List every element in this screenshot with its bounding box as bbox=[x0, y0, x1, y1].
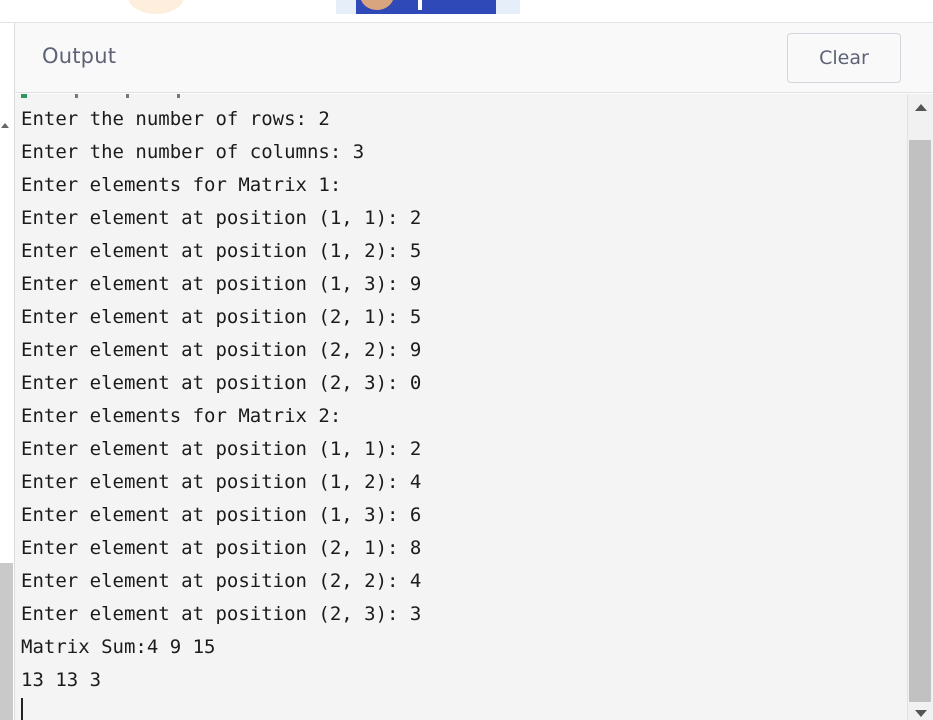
console-line: Enter element at position (1, 3): 9 bbox=[21, 273, 422, 295]
output-console[interactable]: Enter the number of rows: 2 Enter the num… bbox=[15, 94, 907, 720]
console-line: Enter element at position (1, 1): 2 bbox=[21, 207, 422, 229]
banner-illustration bbox=[0, 0, 933, 23]
scrollbar-thumb[interactable] bbox=[909, 140, 931, 702]
console-line: Enter element at position (2, 2): 9 bbox=[21, 339, 422, 361]
console-line: Enter element at position (2, 3): 3 bbox=[21, 603, 422, 625]
output-title: Output bbox=[42, 44, 117, 68]
illustration-shape bbox=[418, 0, 422, 10]
console-line: Enter element at position (2, 1): 5 bbox=[21, 306, 422, 328]
console-line: Enter element at position (2, 1): 8 bbox=[21, 537, 422, 559]
console-line: Enter elements for Matrix 1: bbox=[21, 174, 342, 196]
clear-button[interactable]: Clear bbox=[787, 33, 901, 83]
console-line: Enter element at position (1, 1): 2 bbox=[21, 438, 422, 460]
input-caret bbox=[21, 698, 23, 720]
console-line: Enter the number of columns: 3 bbox=[21, 141, 365, 163]
console-line: Enter element at position (1, 2): 4 bbox=[21, 471, 422, 493]
console-lines: Enter the number of rows: 2 Enter the num… bbox=[21, 104, 421, 698]
triangle-down-icon[interactable] bbox=[915, 710, 927, 717]
chevron-up-icon[interactable] bbox=[1, 123, 9, 128]
console-line: Enter the number of rows: 2 bbox=[21, 108, 330, 130]
console-line: Enter element at position (2, 3): 0 bbox=[21, 372, 422, 394]
illustration-shape bbox=[128, 0, 184, 14]
console-line: Enter elements for Matrix 2: bbox=[21, 405, 342, 427]
console-line: Enter element at position (1, 2): 5 bbox=[21, 240, 422, 262]
vertical-scrollbar[interactable] bbox=[907, 94, 933, 720]
output-page: Output Clear Enter the number of rows: 2… bbox=[0, 0, 933, 720]
left-scrollbar-thumb[interactable] bbox=[0, 563, 13, 720]
clipped-previous-line bbox=[21, 94, 228, 100]
output-header: Output Clear bbox=[15, 23, 933, 93]
left-scrollbar[interactable] bbox=[0, 23, 15, 720]
console-line: Enter element at position (1, 3): 6 bbox=[21, 504, 422, 526]
triangle-up-icon[interactable] bbox=[915, 104, 927, 111]
console-line: 13 13 3 bbox=[21, 669, 102, 691]
console-line: Enter element at position (2, 2): 4 bbox=[21, 570, 422, 592]
console-line: Matrix Sum:4 9 15 bbox=[21, 636, 216, 658]
